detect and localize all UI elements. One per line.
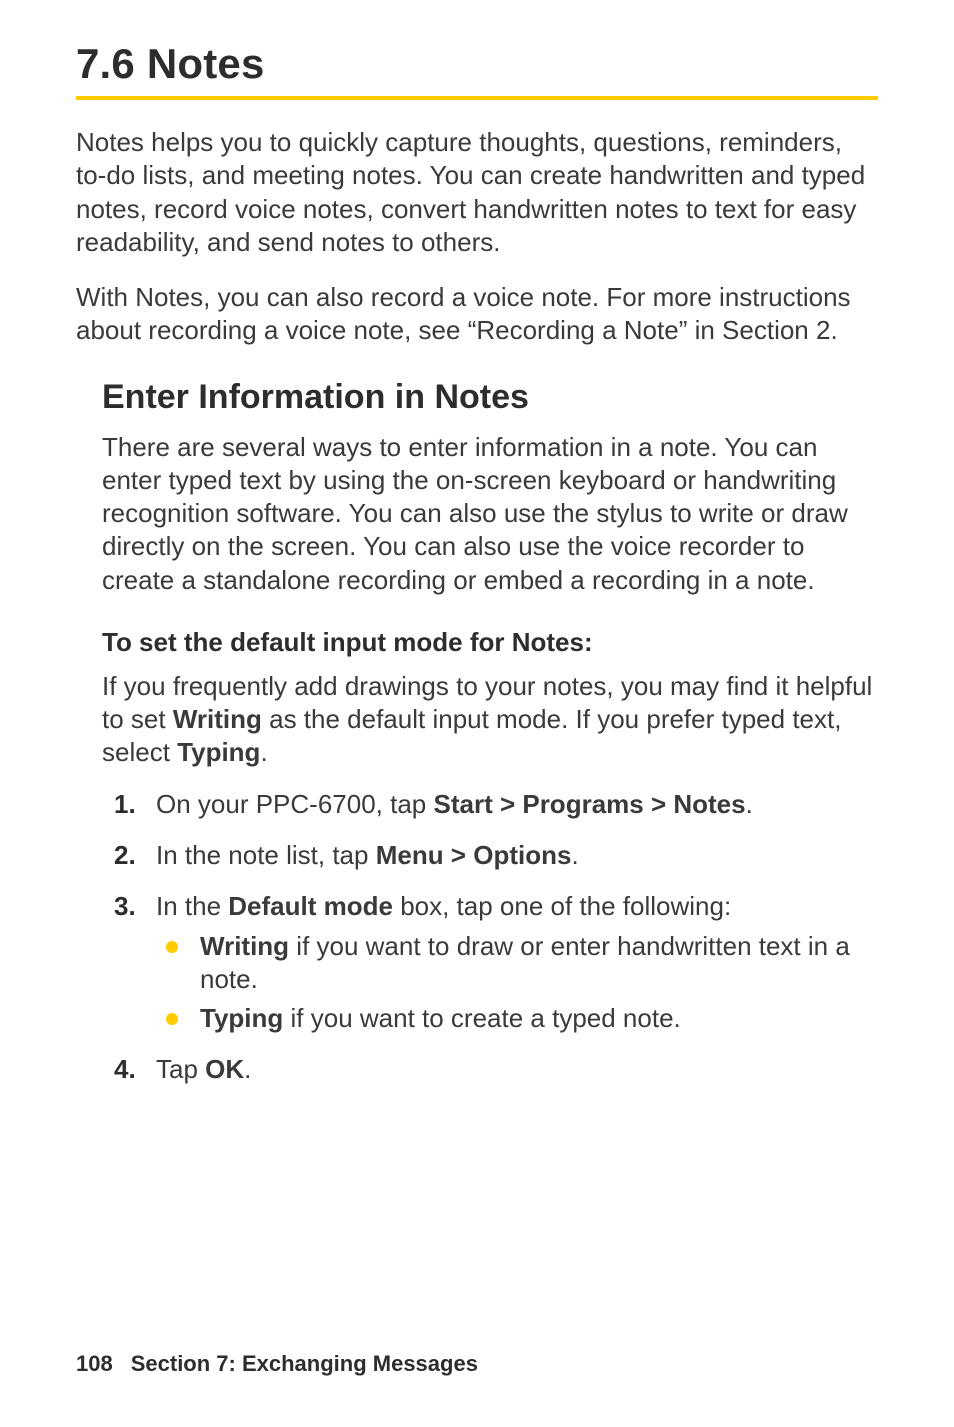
bold-path: Menu > Options: [376, 840, 572, 870]
steps-list: On your PPC-6700, tap Start > Programs >…: [102, 788, 878, 1087]
intro-paragraph-2: With Notes, you can also record a voice …: [76, 281, 878, 348]
bullet-list: Writing if you want to draw or enter han…: [156, 930, 878, 1036]
text: On your PPC-6700, tap: [156, 789, 433, 819]
bold-writing: Writing: [173, 704, 262, 734]
bold-writing: Writing: [200, 931, 289, 961]
text: if you want to draw or enter handwritten…: [200, 931, 850, 994]
section-label: Section 7: Exchanging Messages: [131, 1351, 478, 1376]
subheading: Enter Information in Notes: [102, 378, 878, 417]
bullet-writing: Writing if you want to draw or enter han…: [156, 930, 878, 997]
text: box, tap one of the following:: [393, 891, 731, 921]
step-4: Tap OK.: [102, 1053, 878, 1086]
heading-rule: [76, 96, 878, 100]
bold-typing: Typing: [200, 1003, 283, 1033]
text: .: [746, 789, 753, 819]
step-1: On your PPC-6700, tap Start > Programs >…: [102, 788, 878, 821]
text: .: [244, 1054, 251, 1084]
bold-default-mode: Default mode: [228, 891, 393, 921]
procedure-heading: To set the default input mode for Notes:: [102, 627, 878, 658]
text: .: [571, 840, 578, 870]
text: In the note list, tap: [156, 840, 376, 870]
page-title: 7.6 Notes: [76, 40, 878, 88]
bold-typing: Typing: [177, 737, 260, 767]
intro-paragraph-1: Notes helps you to quickly capture thoug…: [76, 126, 878, 259]
procedure-intro: If you frequently add drawings to your n…: [102, 670, 878, 770]
page-number: 108: [76, 1351, 113, 1376]
sub-body-paragraph: There are several ways to enter informat…: [102, 431, 878, 597]
bold-path: Start > Programs > Notes: [433, 789, 745, 819]
text: In the: [156, 891, 228, 921]
step-3: In the Default mode box, tap one of the …: [102, 890, 878, 1035]
text: .: [260, 737, 267, 767]
text: Tap: [156, 1054, 205, 1084]
bullet-typing: Typing if you want to create a typed not…: [156, 1002, 878, 1035]
page: 7.6 Notes Notes helps you to quickly cap…: [0, 0, 954, 1427]
bold-ok: OK: [205, 1054, 244, 1084]
text: if you want to create a typed note.: [283, 1003, 680, 1033]
page-footer: 108 Section 7: Exchanging Messages: [76, 1351, 478, 1377]
step-2: In the note list, tap Menu > Options.: [102, 839, 878, 872]
